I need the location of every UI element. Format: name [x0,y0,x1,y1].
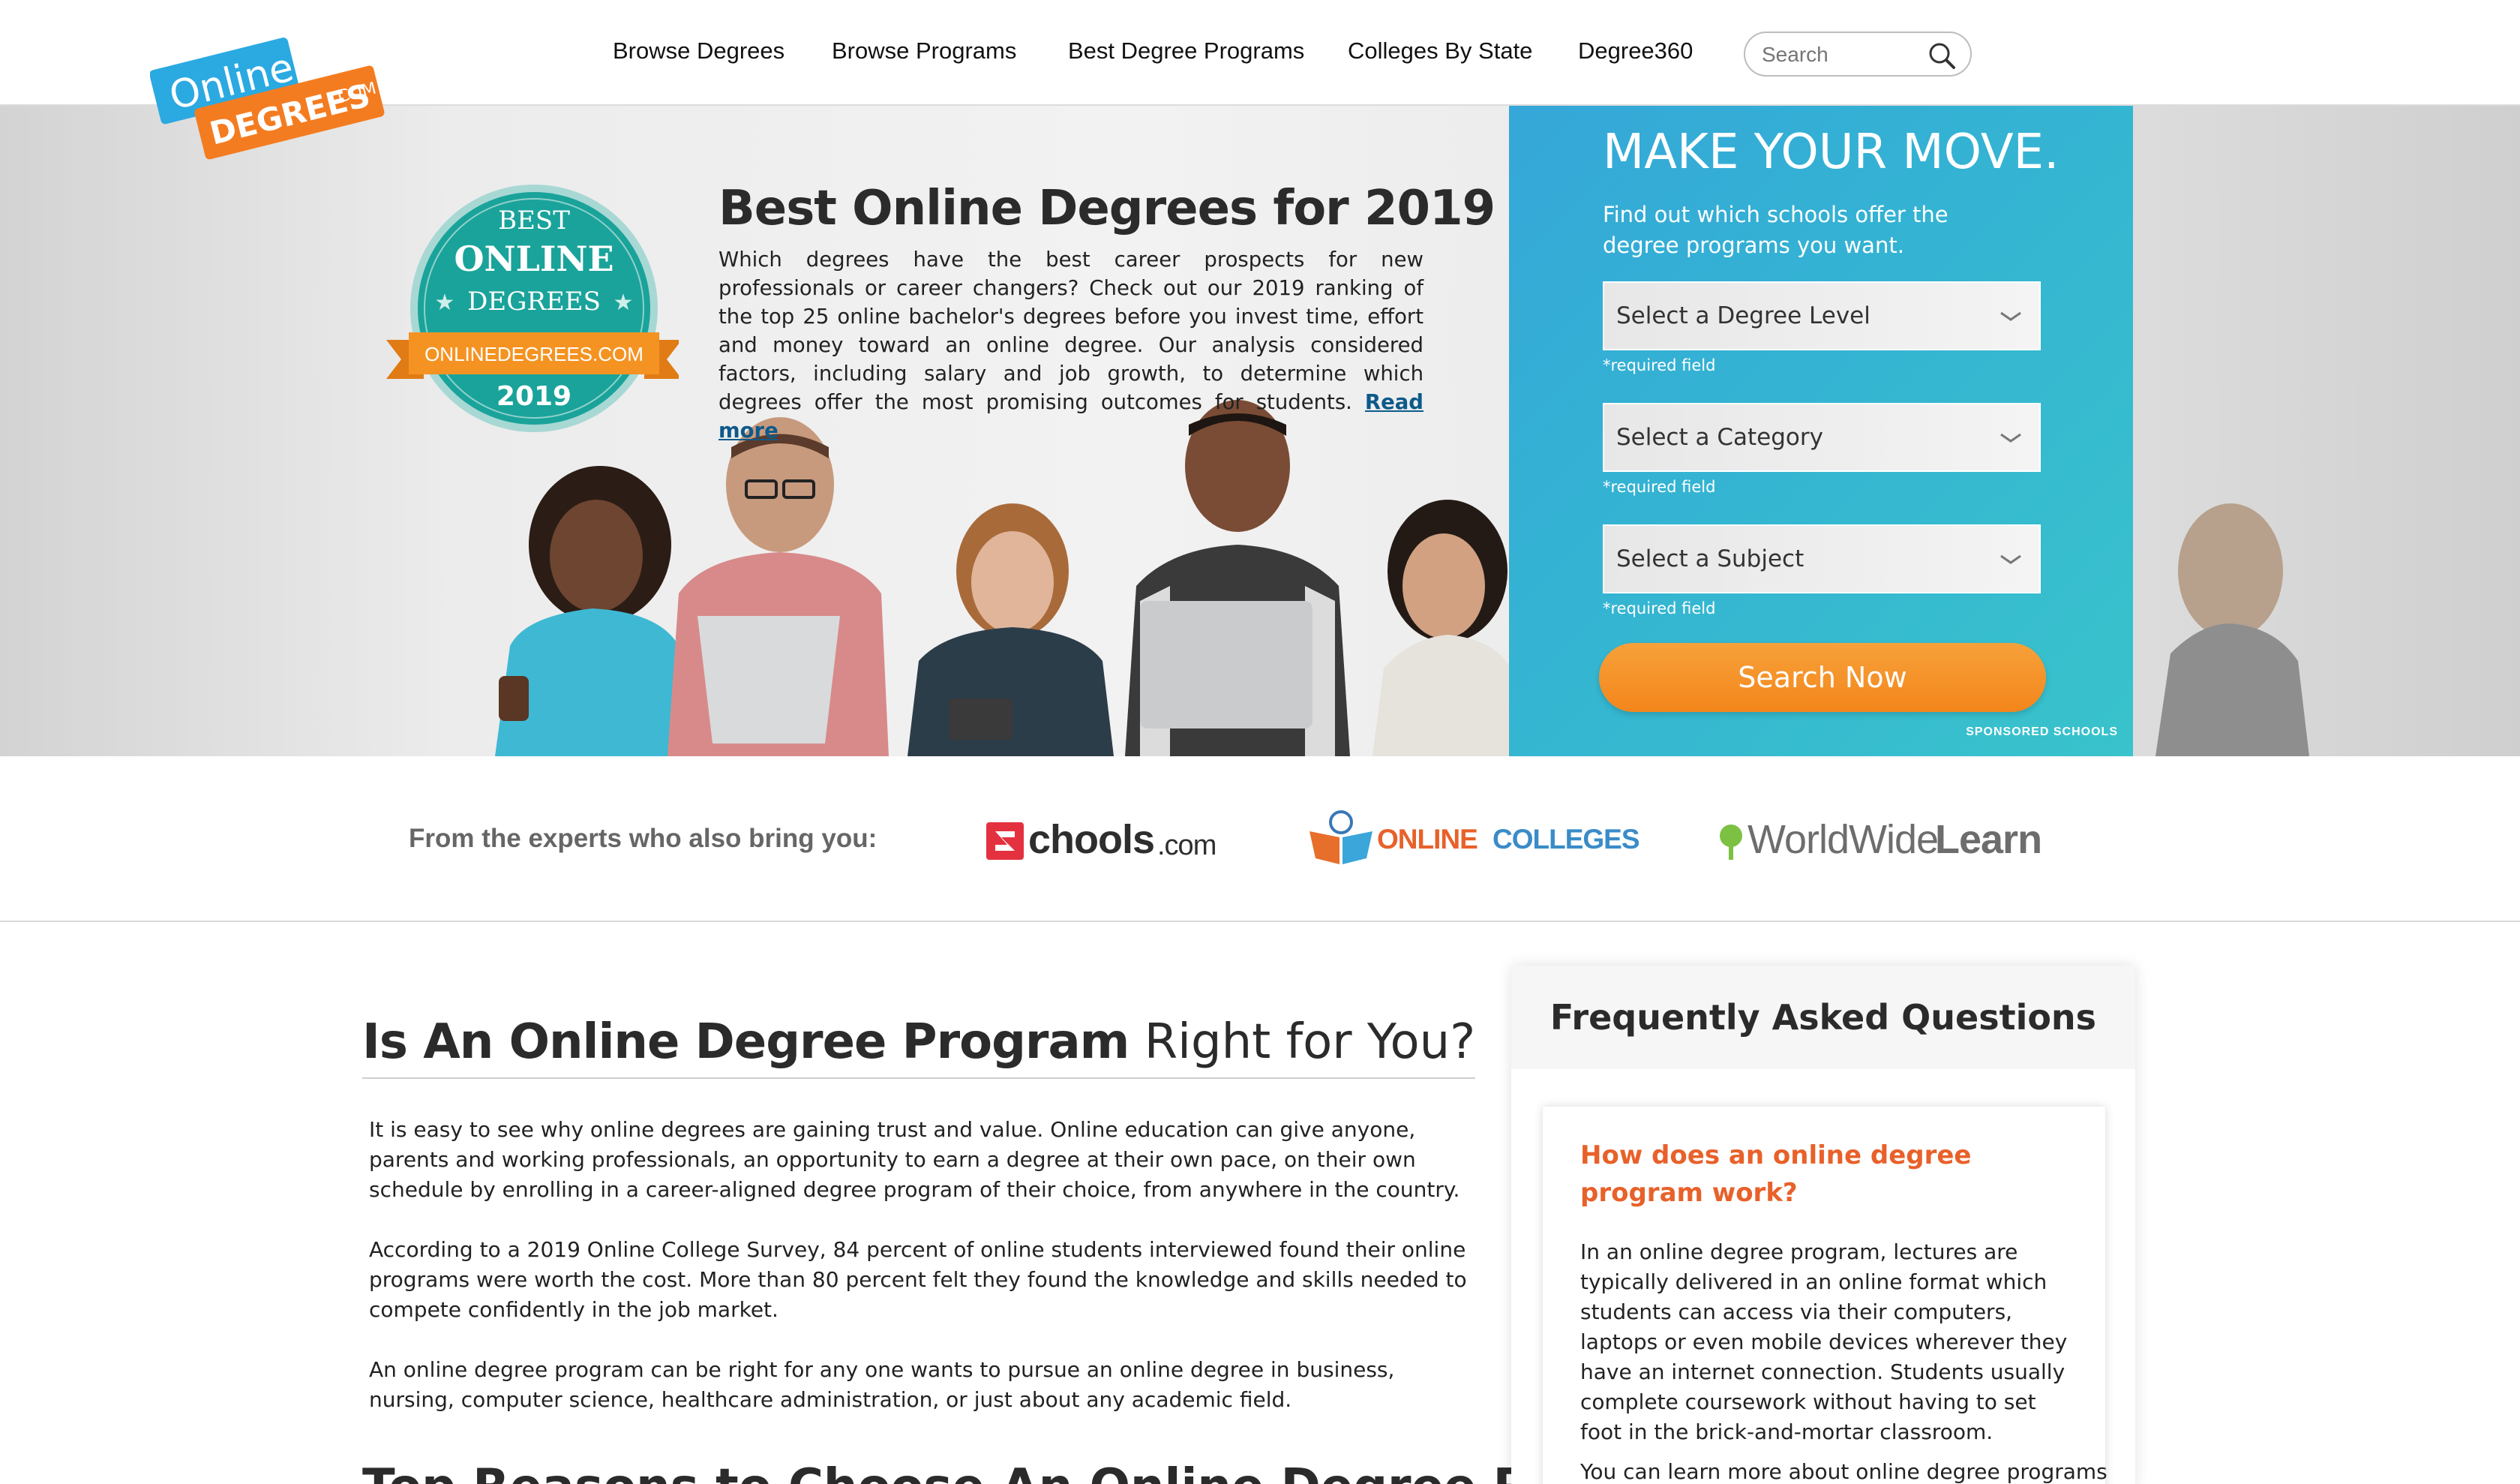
badge-bottom-text: DEGREES [467,287,601,317]
worldwidelearn-pin-icon [1720,825,1742,860]
panel-title: MAKE YOUR MOVE. [1603,125,2060,180]
badge-ribbon-text: ONLINEDEGREES.COM [424,343,644,365]
faq-card: How does an online degree program work? … [1543,1107,2108,1484]
partner-brands-bar: From the experts who also bring you: cho… [0,756,2520,922]
badge-year: 2019 [496,381,572,412]
worldwidelearn-name-b: Learn [1935,817,2042,862]
hero-banner: BEST ONLINE DEGREES ★ ★ ONLINEDEGREES.CO… [0,106,2520,756]
faq-question[interactable]: How does an online degree program work? [1580,1137,2060,1212]
panel-subtitle: Find out which schools offer the degree … [1603,202,1948,258]
best-online-degrees-badge: BEST ONLINE DEGREES ★ ★ ONLINEDEGREES.CO… [386,185,679,432]
category-select[interactable]: Select a Category [1603,403,2041,472]
nav-degree360[interactable]: Degree360 [1578,38,1693,65]
nav-colleges-by-state[interactable]: Colleges By State [1348,38,1532,65]
partners-label: From the experts who also bring you: [409,824,878,853]
star-icon: ★ [614,290,634,315]
intro-paragraph-3: An online degree program can be right fo… [369,1357,1395,1412]
category-label: Select a Category [1616,424,1823,451]
section-heading: Is An Online Degree Program Right for Yo… [362,1014,1475,1079]
section-heading-bold: Is An Online Degree Program [362,1014,1130,1070]
hero-side-image [2156,503,2309,756]
badge-middle-text: ONLINE [454,239,614,279]
intro-paragraph-2: According to a 2019 Online College Surve… [369,1237,1467,1322]
chevron-down-icon [2000,433,2021,443]
sponsored-schools-label: SPONSORED SCHOOLS [1966,725,2118,738]
search-icon[interactable] [1927,41,1957,71]
main-nav: Browse Degrees Browse Programs Best Degr… [0,0,2520,106]
schools-s-icon [986,822,1024,860]
nav-browse-degrees[interactable]: Browse Degrees [613,38,784,65]
site-header: Online DEGREES .COM Browse Degrees Brows… [0,0,2520,160]
required-note: *required field [1603,599,1716,617]
lead-form-panel: MAKE YOUR MOVE. Find out which schools o… [1509,106,2133,756]
search-box[interactable] [1744,32,1972,77]
faq-header: Frequently Asked Questions [1511,966,2135,1069]
hero-title: Best Online Degrees for 2019 [718,181,1496,236]
worldwidelearn-logo[interactable]: WorldWide Learn [1718,809,2048,869]
degree-level-select[interactable]: Select a Degree Level [1603,281,2041,350]
hero-body: Which degrees have the best career prosp… [718,245,1424,445]
schools-suffix: .com [1157,830,1216,861]
badge-top-text: BEST [498,206,570,236]
required-note: *required field [1603,356,1716,374]
star-icon: ★ [435,290,455,315]
chevron-down-icon [2000,311,2021,321]
intro-paragraph-1: It is easy to see why online degrees are… [369,1117,1460,1202]
faq-more-text: You can learn more about online degree p… [1580,1459,2108,1484]
nav-browse-programs[interactable]: Browse Programs [832,38,1016,65]
onlinecolleges-book-icon [1310,810,1372,864]
worldwidelearn-name-a: WorldWide [1748,817,1939,862]
onlinecolleges-name-a: ONLINE [1377,824,1478,855]
faq-answer: In an online degree program, lectures ar… [1580,1239,2068,1444]
faq-title: Frequently Asked Questions [1550,997,2097,1038]
search-input[interactable] [1762,41,1927,69]
schools-com-logo[interactable]: chools .com [985,809,1225,869]
subject-label: Select a Subject [1616,545,1804,572]
required-note: *required field [1603,478,1716,496]
nav-best-degree-programs[interactable]: Best Degree Programs [1068,38,1304,65]
chevron-down-icon [2000,554,2021,564]
faq-widget: Frequently Asked Questions How does an o… [1511,966,2135,1484]
onlinecolleges-name-b: COLLEGES [1492,824,1640,855]
schools-name: chools [1028,817,1155,862]
degree-level-label: Select a Degree Level [1616,302,1870,329]
hero-body-text: Which degrees have the best career prosp… [718,248,1424,414]
search-now-button[interactable]: Search Now [1599,643,2046,712]
subject-select[interactable]: Select a Subject [1603,524,2041,593]
onlinecolleges-logo[interactable]: ONLINE COLLEGES [1305,809,1640,869]
section-heading-light: Right for You? [1129,1014,1476,1070]
